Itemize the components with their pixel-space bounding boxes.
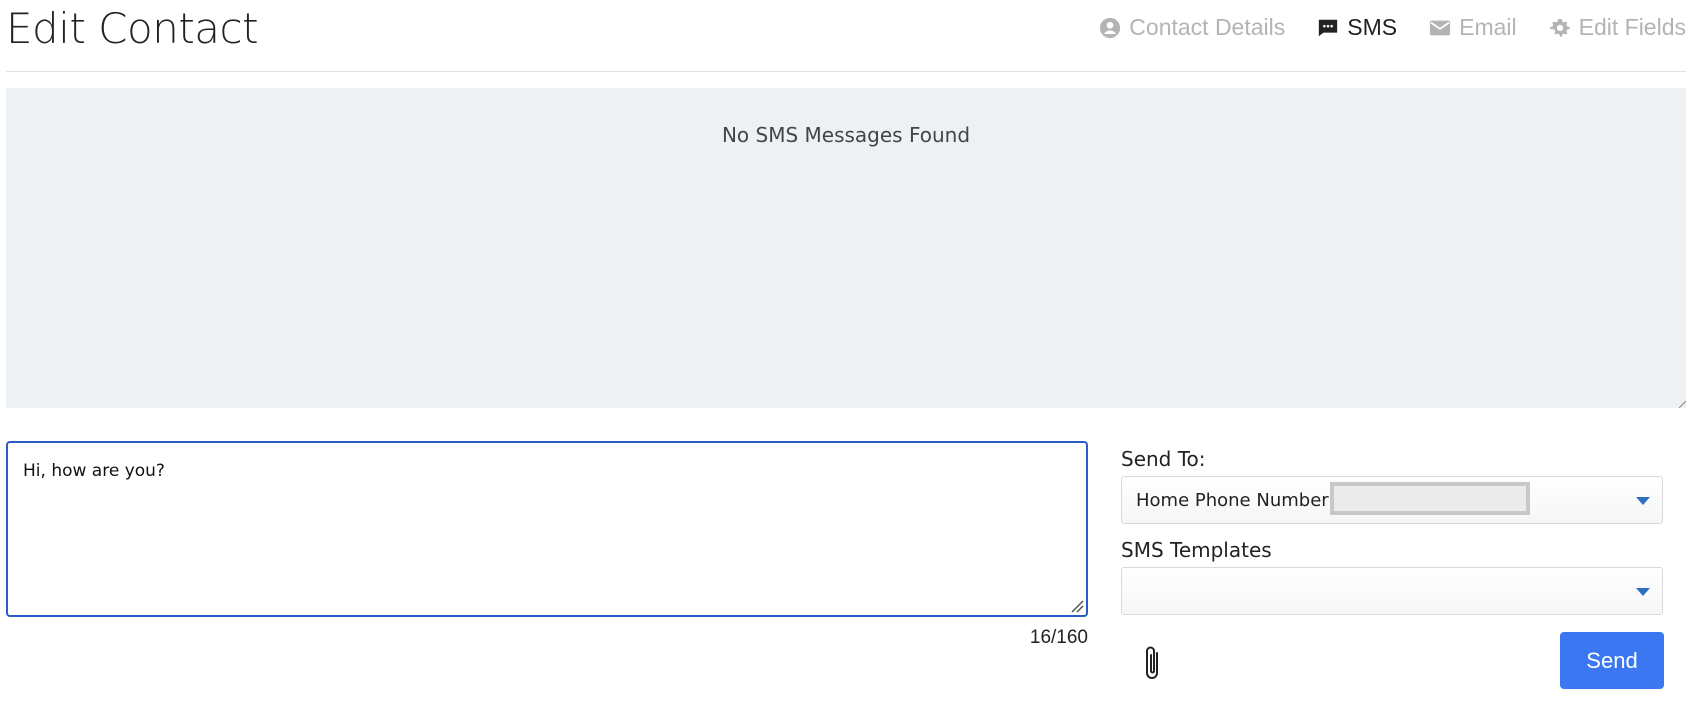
- tab-email-label: Email: [1459, 14, 1517, 40]
- envelope-icon: [1430, 20, 1451, 35]
- gear-icon: [1549, 18, 1570, 37]
- sms-templates-select[interactable]: [1121, 567, 1663, 615]
- redacted-phone-number: [1330, 482, 1530, 515]
- textarea-resize-icon[interactable]: [1068, 597, 1084, 613]
- tab-sms[interactable]: SMS: [1317, 14, 1397, 41]
- tab-email[interactable]: Email: [1429, 14, 1517, 41]
- header-divider: [6, 71, 1686, 72]
- person-circle-icon: [1100, 17, 1121, 38]
- sms-templates-label: SMS Templates: [1121, 538, 1272, 562]
- message-textarea[interactable]: Hi, how are you?: [6, 441, 1088, 617]
- chevron-down-icon: [1636, 588, 1650, 596]
- send-to-value: Home Phone Number -: [1136, 490, 1341, 511]
- tab-sms-label: SMS: [1347, 14, 1398, 40]
- tab-edit-fields-label: Edit Fields: [1578, 14, 1686, 40]
- send-to-label: Send To:: [1121, 447, 1206, 471]
- tab-contact-details-label: Contact Details: [1129, 14, 1286, 40]
- send-button[interactable]: Send: [1560, 632, 1664, 689]
- sms-message-list[interactable]: No SMS Messages Found: [6, 88, 1686, 408]
- chat-bubble-icon: [1319, 19, 1338, 36]
- tab-bar: Contact Details SMS Email Edit Fields: [1067, 14, 1686, 41]
- tab-contact-details[interactable]: Contact Details: [1099, 14, 1285, 41]
- resize-handle-icon[interactable]: [1676, 398, 1686, 408]
- character-counter: 16/160: [1029, 627, 1088, 648]
- chevron-down-icon: [1636, 497, 1650, 505]
- tab-edit-fields[interactable]: Edit Fields: [1549, 14, 1686, 41]
- page-title: Edit Contact: [6, 4, 259, 53]
- empty-state-text: No SMS Messages Found: [721, 123, 971, 147]
- paperclip-icon[interactable]: [1140, 643, 1166, 683]
- send-to-select[interactable]: Home Phone Number -: [1121, 476, 1663, 524]
- header: Edit Contact Contact Details SMS Email E…: [0, 0, 1686, 72]
- message-text: Hi, how are you?: [23, 461, 165, 481]
